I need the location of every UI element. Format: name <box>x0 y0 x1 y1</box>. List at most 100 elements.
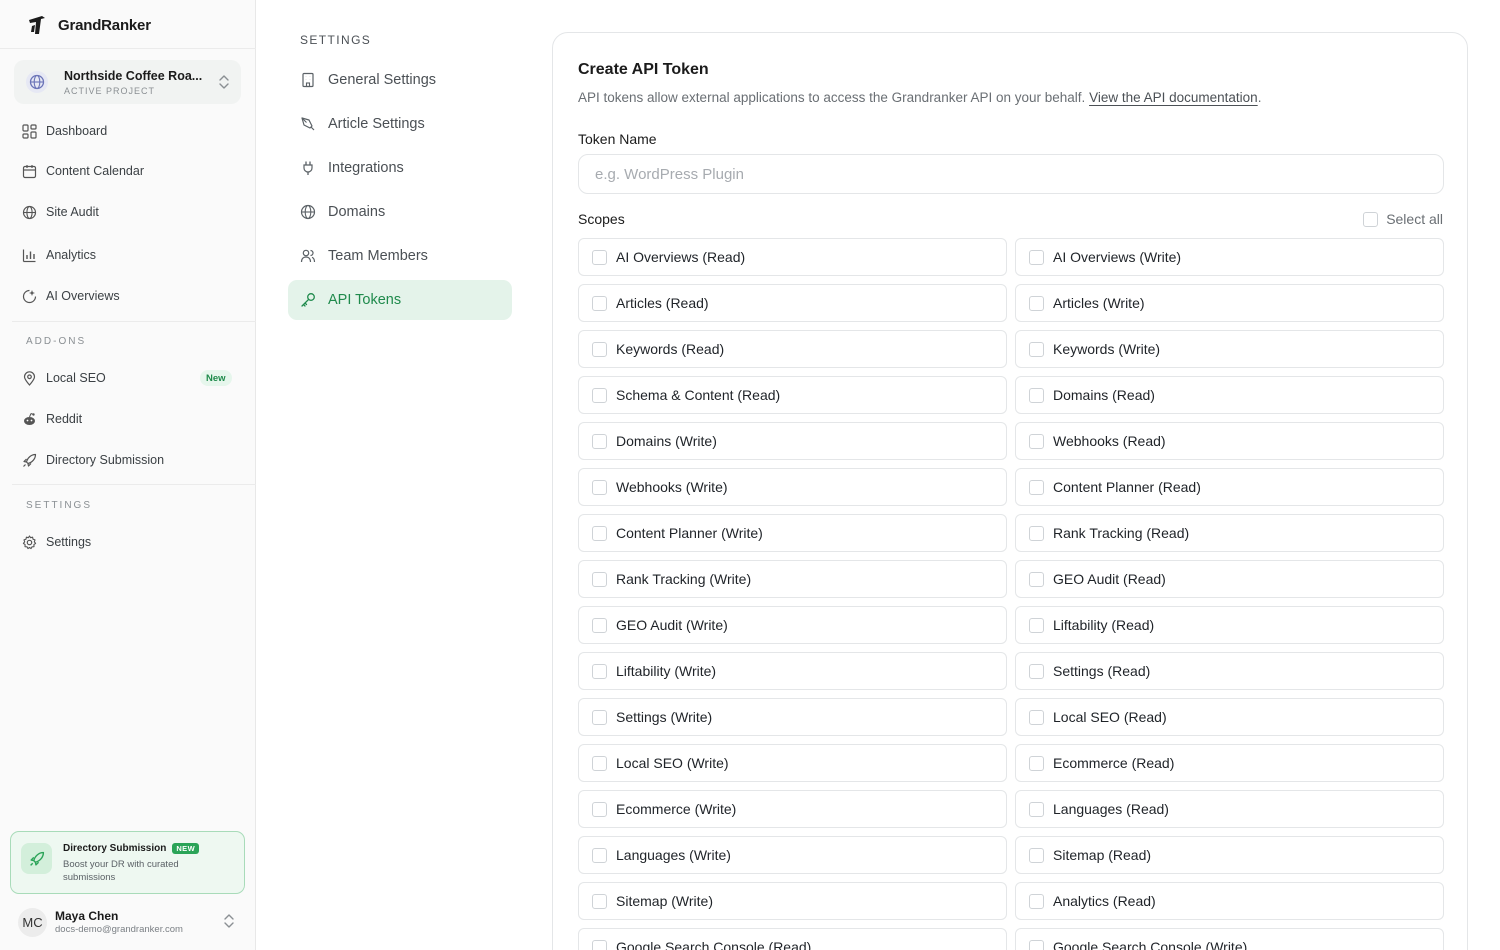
scope-label: Domains (Read) <box>1053 387 1155 403</box>
nav-item-analytics[interactable]: Analytics <box>22 244 96 266</box>
scope-option[interactable]: Content Planner (Read) <box>1015 468 1444 506</box>
scope-option[interactable]: GEO Audit (Read) <box>1015 560 1444 598</box>
settings-item-label: Integrations <box>328 160 404 176</box>
scope-option[interactable]: Webhooks (Write) <box>578 468 1007 506</box>
scope-option[interactable]: Keywords (Write) <box>1015 330 1444 368</box>
brand[interactable]: GrandRanker <box>26 12 151 38</box>
chevrons-up-down-icon[interactable] <box>222 913 236 929</box>
checkbox[interactable] <box>1029 387 1044 403</box>
checkbox[interactable] <box>592 893 607 909</box>
scope-option[interactable]: AI Overviews (Write) <box>1015 238 1444 276</box>
scope-option[interactable]: Schema & Content (Read) <box>578 376 1007 414</box>
checkbox[interactable] <box>1029 755 1044 771</box>
nav-item-ai-overviews[interactable]: AI Overviews <box>22 285 120 307</box>
nav-item-site-audit[interactable]: Site Audit <box>22 201 99 223</box>
select-all-label: Select all <box>1386 211 1443 227</box>
checkbox[interactable] <box>1029 663 1044 679</box>
scope-option[interactable]: Analytics (Read) <box>1015 882 1444 920</box>
settings-item-article[interactable]: Article Settings <box>288 104 512 144</box>
scope-option[interactable]: Google Search Console (Write) <box>1015 928 1444 950</box>
checkbox[interactable] <box>1029 433 1044 449</box>
select-all-checkbox[interactable]: Select all <box>1363 211 1443 227</box>
settings-item-general[interactable]: General Settings <box>288 60 512 100</box>
checkbox[interactable] <box>1029 893 1044 909</box>
checkbox[interactable] <box>1363 211 1379 227</box>
scope-option[interactable]: Rank Tracking (Write) <box>578 560 1007 598</box>
scope-option[interactable]: Sitemap (Read) <box>1015 836 1444 874</box>
nav-item-local-seo[interactable]: Local SEO <box>22 367 106 389</box>
promo-card-directory-submission[interactable]: Directory Submission NEW Boost your DR w… <box>10 831 245 894</box>
checkbox[interactable] <box>592 847 607 863</box>
nav-item-settings[interactable]: Settings <box>22 531 91 553</box>
scope-label: Articles (Read) <box>616 295 709 311</box>
checkbox[interactable] <box>592 801 607 817</box>
checkbox[interactable] <box>1029 571 1044 587</box>
calendar-icon <box>22 164 37 178</box>
scope-option[interactable]: Local SEO (Write) <box>578 744 1007 782</box>
checkbox[interactable] <box>1029 801 1044 817</box>
scope-option[interactable]: Liftability (Write) <box>578 652 1007 690</box>
checkbox[interactable] <box>592 341 607 357</box>
checkbox[interactable] <box>1029 249 1044 265</box>
settings-item-api-tokens[interactable]: API Tokens <box>288 280 512 320</box>
nav-item-dashboard[interactable]: Dashboard <box>22 120 107 142</box>
scope-option[interactable]: Languages (Read) <box>1015 790 1444 828</box>
scope-option[interactable]: Local SEO (Read) <box>1015 698 1444 736</box>
checkbox[interactable] <box>1029 939 1044 950</box>
checkbox[interactable] <box>1029 479 1044 495</box>
scope-option[interactable]: Google Search Console (Read) <box>578 928 1007 950</box>
scope-option[interactable]: Articles (Write) <box>1015 284 1444 322</box>
checkbox[interactable] <box>592 479 607 495</box>
scope-option[interactable]: Ecommerce (Read) <box>1015 744 1444 782</box>
scope-label: Liftability (Read) <box>1053 617 1155 633</box>
globe-icon <box>300 204 316 220</box>
checkbox[interactable] <box>592 755 607 771</box>
checkbox[interactable] <box>592 939 607 950</box>
project-switcher[interactable]: Northside Coffee Roa... ACTIVE PROJECT <box>14 60 241 104</box>
checkbox[interactable] <box>1029 525 1044 541</box>
checkbox[interactable] <box>1029 295 1044 311</box>
checkbox[interactable] <box>592 709 607 725</box>
scope-option[interactable]: Keywords (Read) <box>578 330 1007 368</box>
checkbox[interactable] <box>592 387 607 403</box>
checkbox[interactable] <box>1029 847 1044 863</box>
checkbox[interactable] <box>592 663 607 679</box>
scope-option[interactable]: Languages (Write) <box>578 836 1007 874</box>
key-icon <box>301 293 315 307</box>
token-name-input[interactable] <box>578 154 1444 194</box>
settings-item-integrations[interactable]: Integrations <box>288 148 512 188</box>
scope-option[interactable]: Rank Tracking (Read) <box>1015 514 1444 552</box>
scope-option[interactable]: Domains (Read) <box>1015 376 1444 414</box>
checkbox[interactable] <box>1029 341 1044 357</box>
nav-item-reddit[interactable]: Reddit <box>22 408 82 430</box>
scope-option[interactable]: GEO Audit (Write) <box>578 606 1007 644</box>
api-documentation-link[interactable]: View the API documentation <box>1089 90 1258 105</box>
scope-option[interactable]: Content Planner (Write) <box>578 514 1007 552</box>
user-menu[interactable]: MC Maya Chen docs-demo@grandranker.com <box>18 906 183 938</box>
scope-label: Settings (Write) <box>616 709 713 725</box>
checkbox[interactable] <box>592 433 607 449</box>
checkbox[interactable] <box>592 617 607 633</box>
checkbox[interactable] <box>1029 709 1044 725</box>
nav-item-content-calendar[interactable]: Content Calendar <box>22 160 144 182</box>
scope-option[interactable]: Settings (Read) <box>1015 652 1444 690</box>
promo-new-tag: NEW <box>172 843 200 854</box>
scope-option[interactable]: Settings (Write) <box>578 698 1007 736</box>
settings-item-domains[interactable]: Domains <box>288 192 512 232</box>
scope-option[interactable]: Ecommerce (Write) <box>578 790 1007 828</box>
scope-option[interactable]: Liftability (Read) <box>1015 606 1444 644</box>
checkbox[interactable] <box>592 295 607 311</box>
page-description: API tokens allow external applications t… <box>578 90 1261 105</box>
checkbox[interactable] <box>1029 617 1044 633</box>
nav-item-directory-submission[interactable]: Directory Submission <box>22 449 164 471</box>
nav-item-label: Reddit <box>46 412 83 426</box>
checkbox[interactable] <box>592 571 607 587</box>
scope-option[interactable]: Sitemap (Write) <box>578 882 1007 920</box>
checkbox[interactable] <box>592 525 607 541</box>
settings-item-team-members[interactable]: Team Members <box>288 236 512 276</box>
scope-option[interactable]: AI Overviews (Read) <box>578 238 1007 276</box>
scope-option[interactable]: Articles (Read) <box>578 284 1007 322</box>
scope-option[interactable]: Webhooks (Read) <box>1015 422 1444 460</box>
checkbox[interactable] <box>592 249 607 265</box>
scope-option[interactable]: Domains (Write) <box>578 422 1007 460</box>
